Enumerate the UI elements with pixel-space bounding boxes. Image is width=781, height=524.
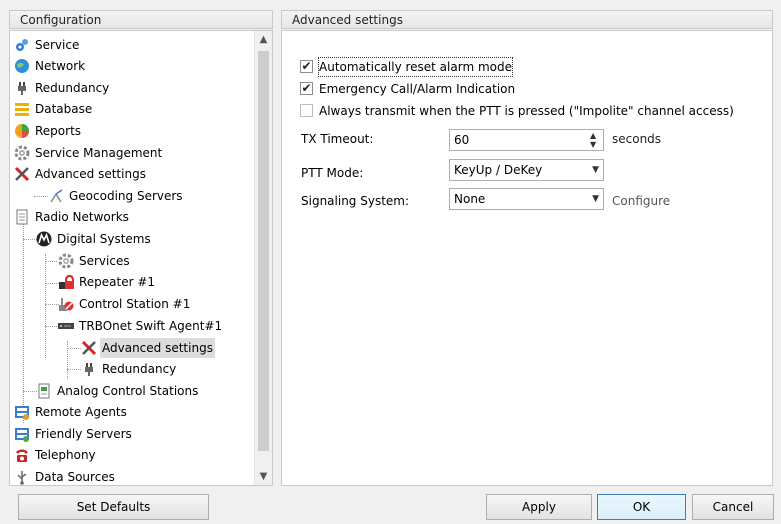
reports-icon bbox=[14, 123, 30, 139]
usb-icon bbox=[14, 469, 30, 485]
tx-timeout-unit: seconds bbox=[612, 132, 662, 146]
tree-item-label: Remote Agents bbox=[35, 405, 127, 419]
tree-item-label: Redundancy bbox=[102, 362, 177, 376]
globe-icon bbox=[14, 58, 30, 74]
tree-item-label: Database bbox=[35, 102, 93, 116]
gear-icon bbox=[58, 253, 74, 269]
tree-item-label: Service Management bbox=[35, 146, 163, 160]
tree-guide bbox=[67, 348, 81, 349]
tree-guide bbox=[45, 261, 57, 262]
tree-guide bbox=[67, 369, 81, 370]
configuration-tree[interactable]: Service Network Redundancy Database Repo… bbox=[9, 30, 273, 486]
tree-guide bbox=[45, 283, 59, 284]
advanced-settings-header: Advanced settings bbox=[281, 10, 773, 29]
control-station-icon bbox=[58, 296, 74, 312]
auto-reset-alarm-label: Automatically reset alarm mode bbox=[318, 57, 513, 77]
configure-link[interactable]: Configure bbox=[612, 194, 670, 208]
document-icon bbox=[14, 209, 30, 225]
tree-item-label: Control Station #1 bbox=[79, 297, 191, 311]
tree-item-label: Advanced settings bbox=[100, 338, 215, 358]
tree-item-label: Redundancy bbox=[35, 81, 110, 95]
tree-guide bbox=[45, 326, 59, 327]
tree-guide bbox=[23, 239, 37, 240]
geocoding-icon bbox=[48, 188, 64, 204]
impolite-access-checkbox[interactable] bbox=[300, 104, 313, 117]
tree-item-label: Friendly Servers bbox=[35, 427, 132, 441]
spin-arrows-icon[interactable]: ▲ ▼ bbox=[590, 131, 600, 149]
tree-scrollbar[interactable]: ▲ ▼ bbox=[254, 31, 272, 485]
tree-item-label: Reports bbox=[35, 124, 82, 138]
ptt-mode-value: KeyUp / DeKey bbox=[454, 163, 543, 177]
chevron-down-icon[interactable]: ▼ bbox=[592, 160, 599, 180]
tx-timeout-spinbox[interactable]: 60 ▲ ▼ bbox=[449, 129, 604, 151]
plug-icon bbox=[81, 361, 97, 377]
repeater-icon bbox=[58, 274, 74, 290]
tools-icon bbox=[81, 340, 97, 356]
signaling-system-label: Signaling System: bbox=[301, 194, 410, 208]
ok-button[interactable]: OK bbox=[597, 494, 686, 520]
tree-item-label: Radio Networks bbox=[35, 210, 129, 224]
scroll-thumb[interactable] bbox=[258, 51, 269, 451]
remote-agents-icon bbox=[14, 404, 30, 420]
tree-item-label: TRBOnet Swift Agent#1 bbox=[79, 319, 223, 333]
auto-reset-alarm-checkbox[interactable]: ✔ bbox=[300, 60, 313, 73]
ptt-mode-select[interactable]: KeyUp / DeKey ▼ bbox=[449, 159, 604, 181]
gear-icon bbox=[14, 145, 30, 161]
tree-guide bbox=[67, 341, 68, 379]
tx-timeout-value: 60 bbox=[454, 133, 470, 147]
tree-item-label: Network bbox=[35, 59, 86, 73]
signaling-system-select[interactable]: None ▼ bbox=[449, 188, 604, 210]
motorola-icon bbox=[36, 231, 52, 247]
friendly-servers-icon bbox=[14, 426, 30, 442]
emergency-indication-checkbox[interactable]: ✔ bbox=[300, 82, 313, 95]
apply-button[interactable]: Apply bbox=[486, 494, 592, 520]
tree-item-label: Advanced settings bbox=[35, 167, 146, 181]
tree-item-label: Geocoding Servers bbox=[69, 189, 183, 203]
service-gear-icon bbox=[14, 37, 30, 53]
tree-item-label: Data Sources bbox=[35, 470, 115, 484]
tree-item-label: Repeater #1 bbox=[79, 275, 156, 289]
tree-item-label: Telephony bbox=[35, 448, 96, 462]
ptt-mode-label: PTT Mode: bbox=[301, 166, 364, 180]
scroll-up-arrow-icon[interactable]: ▲ bbox=[255, 31, 272, 48]
configuration-header: Configuration bbox=[9, 10, 273, 29]
tree-guide bbox=[23, 391, 37, 392]
tree-item-label: Analog Control Stations bbox=[57, 384, 199, 398]
tree-guide bbox=[34, 196, 48, 197]
plug-icon bbox=[14, 80, 30, 96]
cancel-button[interactable]: Cancel bbox=[692, 494, 774, 520]
telephone-icon bbox=[14, 447, 30, 463]
agent-device-icon bbox=[58, 318, 74, 334]
tree-item-label: Service bbox=[35, 38, 80, 52]
analog-station-icon bbox=[36, 383, 52, 399]
tree-item-label: Services bbox=[79, 254, 130, 268]
tree-guide bbox=[45, 254, 46, 358]
impolite-access-label: Always transmit when the PTT is pressed … bbox=[319, 104, 734, 118]
advanced-settings-panel: ✔ Automatically reset alarm mode ✔ Emerg… bbox=[281, 30, 773, 486]
chevron-down-icon[interactable]: ▼ bbox=[592, 189, 599, 209]
database-icon bbox=[14, 101, 30, 117]
signaling-system-value: None bbox=[454, 192, 486, 206]
tree-guide bbox=[45, 304, 59, 305]
tools-icon bbox=[14, 166, 30, 182]
scroll-down-arrow-icon[interactable]: ▼ bbox=[255, 468, 272, 485]
set-defaults-button[interactable]: Set Defaults bbox=[18, 494, 209, 520]
tree-item-label: Digital Systems bbox=[57, 232, 151, 246]
emergency-indication-label: Emergency Call/Alarm Indication bbox=[319, 82, 516, 96]
tx-timeout-label: TX Timeout: bbox=[301, 132, 374, 146]
